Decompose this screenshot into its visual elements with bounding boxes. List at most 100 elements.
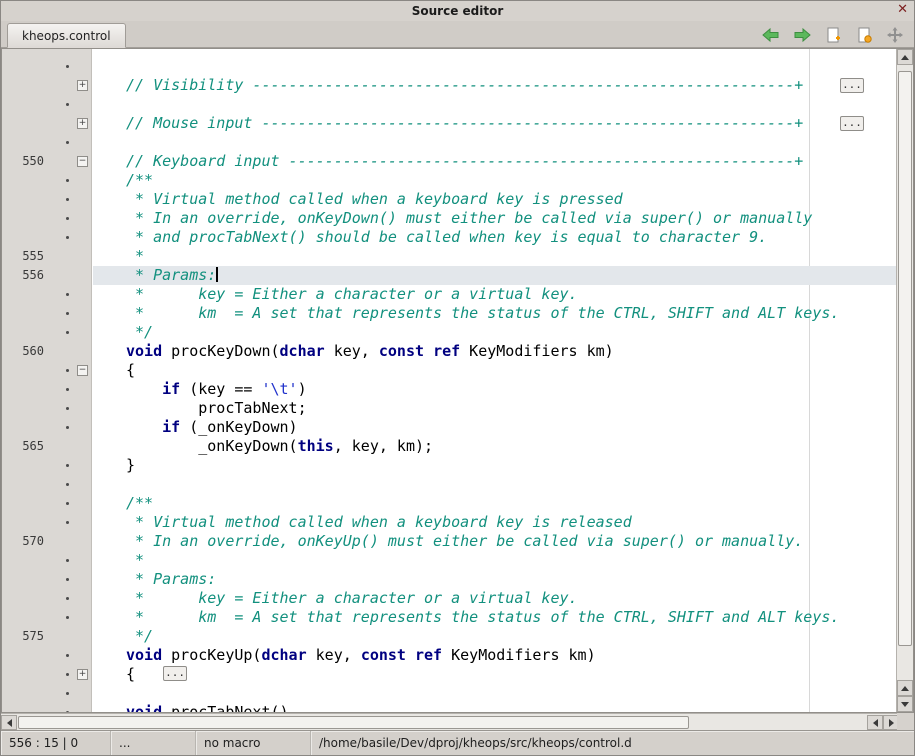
code-token: _onKeyDown( (126, 437, 298, 455)
code-line[interactable]: 550−// Keyboard input ------------------… (2, 152, 896, 171)
code-text: * Params: (126, 266, 218, 285)
fold-toggle-icon[interactable]: + (77, 118, 88, 129)
code-line[interactable]: * key = Either a character or a virtual … (2, 589, 896, 608)
gutter-dot (66, 65, 69, 68)
code-text: */ (126, 323, 153, 342)
gutter-dot (66, 559, 69, 562)
code-token: * In an override, onKeyUp() must either … (126, 532, 803, 550)
code-line[interactable]: * key = Either a character or a virtual … (2, 285, 896, 304)
code-text: { (126, 361, 135, 380)
line-number: 555 (2, 247, 44, 266)
code-text: * In an override, onKeyUp() must either … (126, 532, 803, 551)
code-text: * and procTabNext() should be called whe… (126, 228, 767, 247)
fold-toggle-icon[interactable]: − (77, 156, 88, 167)
code-editor[interactable]: +// Visibility -------------------------… (1, 48, 914, 713)
document-new-button[interactable] (822, 25, 844, 45)
code-line[interactable]: } (2, 456, 896, 475)
code-line[interactable]: if (_onKeyDown) (2, 418, 896, 437)
fold-toggle-icon[interactable]: − (77, 365, 88, 376)
folded-code-ellipsis[interactable]: ... (840, 116, 864, 131)
code-line[interactable] (2, 57, 896, 76)
code-token: dchar (280, 342, 325, 360)
code-line[interactable]: procTabNext; (2, 399, 896, 418)
code-line[interactable] (2, 684, 896, 703)
code-line[interactable]: 570 * In an override, onKeyUp() must eit… (2, 532, 896, 551)
code-token: * Virtual method called when a keyboard … (126, 190, 623, 208)
gutter-dot (66, 198, 69, 201)
fold-toggle-icon[interactable]: + (77, 80, 88, 91)
code-line[interactable]: void procTabNext() (2, 703, 896, 712)
gutter-dot (66, 103, 69, 106)
code-line[interactable]: */ (2, 323, 896, 342)
code-line[interactable] (2, 133, 896, 152)
horizontal-scrollbar[interactable] (1, 713, 899, 730)
code-line[interactable]: * Virtual method called when a keyboard … (2, 190, 896, 209)
code-line[interactable]: * km = A set that represents the status … (2, 304, 896, 323)
code-token: procTabNext; (126, 399, 307, 417)
code-line[interactable]: +// Mouse input ------------------------… (2, 114, 896, 133)
code-line[interactable]: * km = A set that represents the status … (2, 608, 896, 627)
code-line[interactable]: 560void procKeyDown(dchar key, const ref… (2, 342, 896, 361)
code-line[interactable]: −{ (2, 361, 896, 380)
code-line[interactable]: /** (2, 171, 896, 190)
folded-code-ellipsis[interactable]: ... (163, 666, 187, 681)
code-line[interactable]: * Params: (2, 570, 896, 589)
code-text: } (126, 456, 135, 475)
vertical-scrollbar-thumb[interactable] (898, 71, 912, 646)
code-line[interactable]: 565 _onKeyDown(this, key, km); (2, 437, 896, 456)
scroll-left-button[interactable] (1, 715, 17, 730)
code-line[interactable]: 556 * Params: (2, 266, 896, 285)
forward-arrow-icon (792, 27, 812, 43)
code-token: * key = Either a character or a virtual … (126, 589, 578, 607)
gutter-dot (66, 711, 69, 712)
code-line[interactable]: * (2, 551, 896, 570)
code-text: * Virtual method called when a keyboard … (126, 190, 623, 209)
code-line[interactable] (2, 475, 896, 494)
code-line[interactable]: +// Visibility -------------------------… (2, 76, 896, 95)
scroll-up-button[interactable] (897, 49, 913, 65)
gutter-dot (66, 654, 69, 657)
code-line[interactable]: /** (2, 494, 896, 513)
close-icon[interactable]: ✕ (897, 2, 908, 17)
scroll-up-icon (901, 55, 909, 60)
scroll-up-secondary-button[interactable] (897, 680, 913, 696)
code-line[interactable]: 575 */ (2, 627, 896, 646)
horizontal-scrollbar-thumb[interactable] (18, 716, 689, 729)
scroll-down-button[interactable] (897, 696, 913, 712)
fold-toggle-icon[interactable]: + (77, 669, 88, 680)
code-text: {... (126, 665, 187, 684)
title-bar[interactable]: Source editor ✕ (1, 1, 914, 21)
document-save-button[interactable] (853, 25, 875, 45)
code-token: /** (126, 494, 153, 512)
code-token: ) (298, 380, 307, 398)
code-token: dchar (261, 646, 306, 664)
code-line[interactable]: * In an override, onKeyDown() must eithe… (2, 209, 896, 228)
code-line[interactable]: 555 * (2, 247, 896, 266)
code-line[interactable] (2, 95, 896, 114)
code-token: void (126, 703, 162, 712)
code-line[interactable]: if (key == '\t') (2, 380, 896, 399)
folded-code-ellipsis[interactable]: ... (840, 78, 864, 93)
code-line[interactable]: * Virtual method called when a keyboard … (2, 513, 896, 532)
code-token: if (162, 418, 180, 436)
code-token: */ (126, 323, 153, 341)
go-back-button[interactable] (760, 25, 782, 45)
scroll-up-icon (901, 686, 909, 691)
tab-kheops-control[interactable]: kheops.control (7, 23, 126, 48)
code-line[interactable]: void procKeyUp(dchar key, const ref KeyM… (2, 646, 896, 665)
code-token: const (361, 646, 406, 664)
gutter-dot (66, 502, 69, 505)
go-forward-button[interactable] (791, 25, 813, 45)
vertical-scrollbar[interactable] (896, 49, 913, 712)
code-token: } (126, 456, 135, 474)
code-token: KeyModifiers km) (460, 342, 614, 360)
code-token: if (162, 380, 180, 398)
code-line[interactable]: * and procTabNext() should be called whe… (2, 228, 896, 247)
scroll-left-secondary-button[interactable] (867, 715, 883, 730)
code-line[interactable]: + {... (2, 665, 896, 684)
code-token: key, (307, 646, 361, 664)
scrollbar-corner (897, 713, 914, 730)
detach-view-button[interactable] (884, 25, 906, 45)
code-text: * key = Either a character or a virtual … (126, 285, 578, 304)
code-token: { (126, 665, 135, 683)
